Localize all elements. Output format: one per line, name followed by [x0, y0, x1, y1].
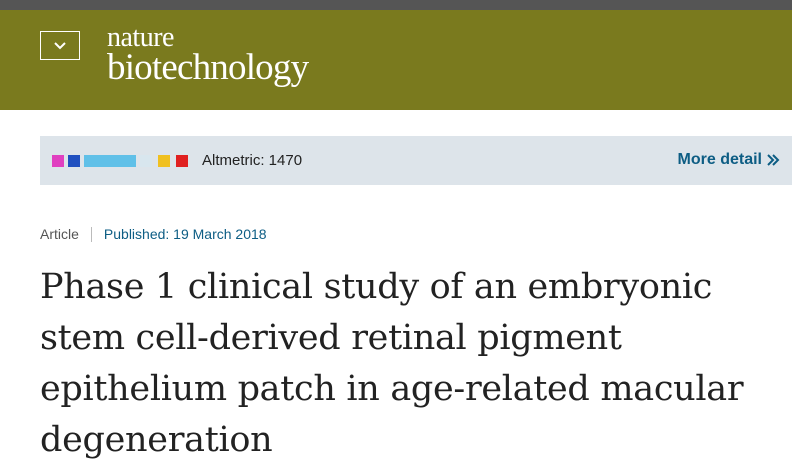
altmetric-badge[interactable] — [52, 155, 188, 167]
altmetric-score: Altmetric: 1470 — [202, 152, 303, 169]
double-chevron-right-icon — [767, 154, 780, 166]
altmetric-bar: Altmetric: 1470 More detail — [40, 136, 792, 185]
badge-segment-magenta — [52, 155, 64, 167]
published-date: Published: 19 March 2018 — [103, 226, 267, 242]
article-title: Phase 1 clinical study of an embryonic s… — [40, 267, 744, 460]
article-meta: Article Published: 19 March 2018 — [40, 226, 267, 242]
badge-segment-blue — [68, 155, 80, 167]
meta-divider — [90, 226, 92, 242]
journal-logo[interactable]: nature biotechnology — [107, 24, 309, 88]
journal-header: nature biotechnology — [0, 10, 792, 110]
badge-segment-lightblue — [84, 155, 136, 167]
badge-segment-yellow — [158, 155, 170, 167]
chevron-down-icon — [54, 41, 66, 49]
top-strip — [0, 0, 792, 10]
more-detail-link[interactable]: More detail — [678, 151, 780, 169]
badge-segment-red — [176, 155, 188, 167]
article-type: Article — [40, 226, 79, 242]
logo-line-biotechnology: biotechnology — [107, 47, 309, 88]
badge-segment-pale — [140, 155, 152, 167]
more-detail-label: More detail — [677, 151, 762, 168]
menu-toggle-button[interactable] — [40, 31, 80, 60]
